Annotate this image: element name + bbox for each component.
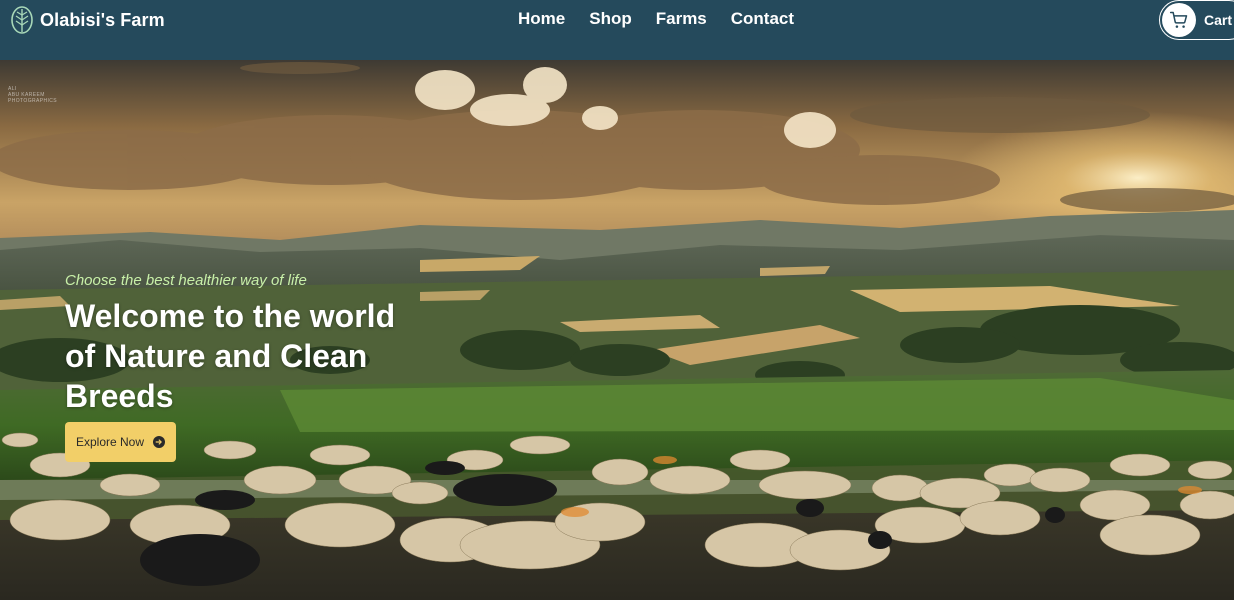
hero-title: Welcome to the world of Nature and Clean…	[65, 298, 396, 414]
brand[interactable]: Olabisi's Farm	[10, 5, 165, 35]
hero-section: ALI ABU KAREEM PHOTOGRAPHICS Choose the …	[0, 60, 1234, 600]
explore-now-button[interactable]: Explore Now	[65, 422, 176, 462]
site-header: Olabisi's Farm Home Shop Farms Contact C…	[0, 0, 1234, 60]
cart-icon-wrap	[1162, 3, 1196, 37]
cart-label: Cart	[1204, 12, 1233, 28]
cart-icon	[1169, 11, 1188, 28]
brand-name: Olabisi's Farm	[40, 9, 165, 30]
nav-link-farms[interactable]: Farms	[656, 9, 707, 29]
photo-watermark: ALI ABU KAREEM PHOTOGRAPHICS	[8, 86, 58, 104]
main-nav: Home Shop Farms Contact	[518, 9, 794, 29]
leaf-logo-icon	[11, 6, 33, 34]
nav-link-shop[interactable]: Shop	[589, 9, 632, 29]
cart-button[interactable]: Cart	[1159, 0, 1234, 40]
arrow-right-circle-icon	[153, 436, 166, 448]
explore-now-label: Explore Now	[75, 435, 145, 449]
nav-link-home[interactable]: Home	[518, 9, 565, 29]
hero-tagline: Choose the best healthier way of life	[65, 272, 307, 289]
nav-link-contact[interactable]: Contact	[731, 9, 794, 29]
